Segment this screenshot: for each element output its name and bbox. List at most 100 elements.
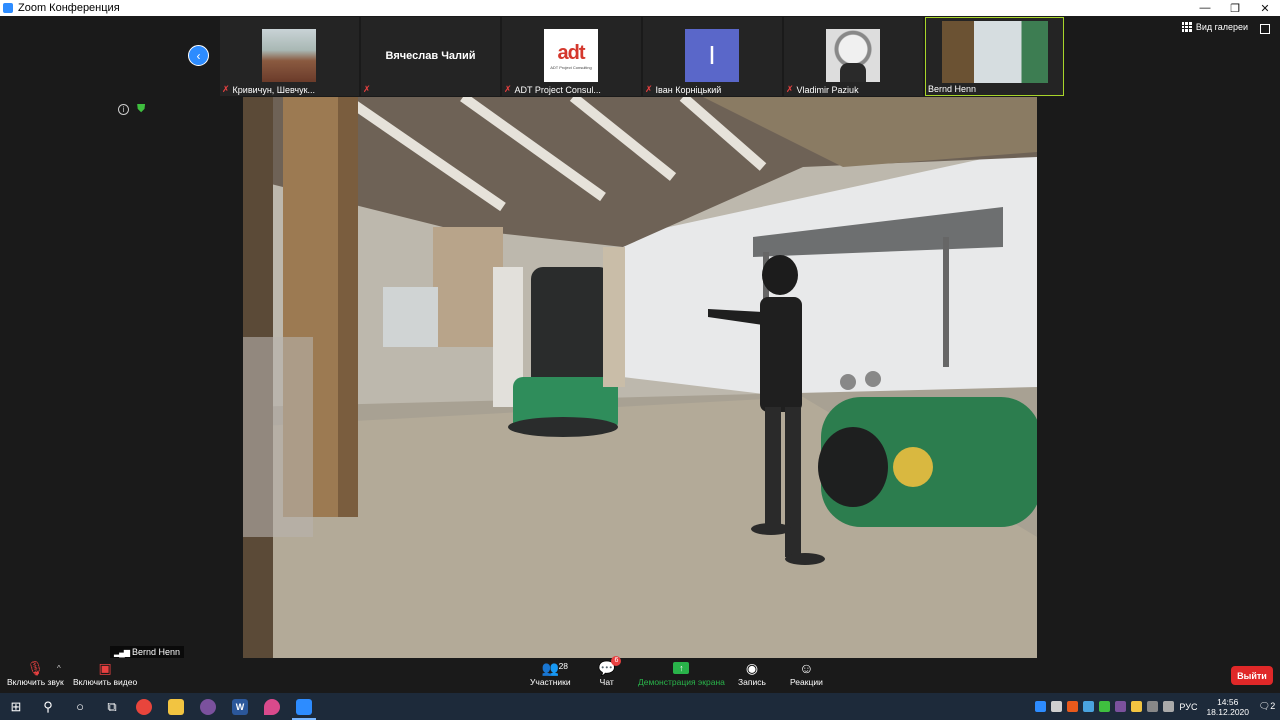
- language-indicator[interactable]: РУС: [1179, 702, 1197, 712]
- active-speaker-label: ▂▄▆ Bernd Henn: [110, 646, 185, 658]
- info-icon[interactable]: i: [118, 104, 129, 115]
- unmute-button[interactable]: 🎙 Включить звук: [7, 660, 64, 687]
- shield-icon[interactable]: ⛊: [137, 104, 148, 115]
- mic-muted-icon: 🎙: [26, 660, 45, 676]
- collapse-strip-button[interactable]: ‹: [188, 45, 209, 66]
- share-screen-button[interactable]: ↑ Демонстрация экрана: [638, 660, 725, 687]
- security-tray-icon[interactable]: [1099, 701, 1111, 712]
- record-icon: ◉: [745, 660, 759, 676]
- chrome-icon[interactable]: [128, 693, 160, 720]
- adt-logo-sub: ADT Project Consulting: [550, 64, 592, 70]
- leave-button[interactable]: Выйти: [1231, 666, 1273, 685]
- participant-name-row: ✗ Vladimir Paziuk: [786, 84, 859, 95]
- restore-button[interactable]: ❐: [1220, 0, 1250, 16]
- zoom-taskbar-icon[interactable]: [288, 693, 320, 720]
- volume-tray-icon[interactable]: [1163, 701, 1175, 712]
- participant-avatar-letter: I: [685, 29, 739, 82]
- notifications-count: 2: [1270, 701, 1276, 711]
- signal-bars-icon: ▂▄▆: [114, 647, 130, 657]
- app-tray-icon[interactable]: [1067, 701, 1079, 712]
- participant-name: Bernd Henn: [928, 84, 977, 94]
- participant-tile[interactable]: I ✗ Іван Корніцький: [643, 17, 782, 96]
- participants-button[interactable]: 👥 28 Участники: [530, 660, 571, 687]
- meeting-toolbar: 🎙 Включить звук ▣ Включить видео 👥 28 Уча…: [0, 656, 1280, 693]
- participant-name-row: ✗ Кривичун, Шевчук...: [222, 84, 315, 95]
- cortana-icon[interactable]: ○: [64, 693, 96, 720]
- participant-name: Кривичун, Шевчук...: [232, 84, 316, 95]
- clock-date: 18.12.2020: [1206, 706, 1249, 717]
- participant-photo: [826, 29, 880, 82]
- chat-label: Чат: [599, 677, 614, 687]
- participants-icon: 👥 28: [541, 660, 569, 676]
- participants-count: 28: [558, 661, 569, 671]
- participant-tile[interactable]: Вячеслав Чалий ✗: [361, 17, 500, 96]
- meeting-info-icons: i ⛊: [118, 104, 148, 115]
- participant-video-thumb: [942, 21, 1048, 83]
- mic-muted-icon: ✗: [363, 84, 371, 94]
- reactions-icon: ☺: [799, 660, 814, 676]
- file-explorer-icon[interactable]: [160, 693, 192, 720]
- grid-icon: [1181, 22, 1192, 32]
- minimize-button[interactable]: —: [1190, 0, 1220, 16]
- adt-logo-text: adt: [557, 41, 586, 64]
- notifications-icon[interactable]: 🗨2: [1258, 701, 1276, 712]
- participant-name-row: ✗ Іван Корніцький: [645, 84, 721, 95]
- participant-tile[interactable]: ✗ Vladimir Paziuk: [784, 17, 923, 96]
- participant-tile[interactable]: adt ADT Project Consulting ✗ ADT Project…: [502, 17, 641, 96]
- mic-muted-icon: ✗: [645, 84, 653, 94]
- cloud-tray-icon[interactable]: [1083, 701, 1095, 712]
- chat-icon: 💬 6: [598, 656, 622, 677]
- participant-photo: [262, 29, 316, 82]
- mic-muted-icon: ✗: [504, 84, 512, 94]
- participant-name: ADT Project Consul...: [514, 84, 601, 95]
- record-button[interactable]: ◉ Запись: [738, 660, 766, 687]
- task-view-icon[interactable]: ⧉: [96, 693, 128, 720]
- audio-options-caret-icon[interactable]: ^: [57, 664, 61, 673]
- gallery-view-label: Вид галереи: [1195, 22, 1248, 32]
- participants-label: Участники: [530, 677, 571, 687]
- mic-tray-icon[interactable]: [1051, 701, 1063, 712]
- reactions-label: Реакции: [790, 677, 823, 687]
- participant-tile[interactable]: ✗ Кривичун, Шевчук...: [220, 17, 359, 96]
- mic-muted-icon: ✗: [222, 84, 230, 94]
- viber-tray-icon[interactable]: [1115, 701, 1127, 712]
- word-icon[interactable]: W: [224, 693, 256, 720]
- clock-time: 14:56: [1217, 696, 1239, 707]
- participant-strip: ✗ Кривичун, Шевчук... Вячеслав Чалий ✗ a…: [220, 17, 1064, 96]
- start-video-button[interactable]: ▣ Включить видео: [73, 660, 137, 687]
- network-tray-icon[interactable]: [1147, 701, 1159, 712]
- app2-tray-icon[interactable]: [1131, 701, 1143, 712]
- start-video-label: Включить видео: [73, 677, 138, 687]
- participant-name: Іван Корніцький: [655, 84, 722, 95]
- chevron-left-icon: ‹: [196, 48, 201, 63]
- reactions-button[interactable]: ☺ Реакции: [790, 660, 823, 687]
- mic-muted-icon: ✗: [786, 84, 794, 94]
- participant-name-row: ✗: [363, 84, 371, 95]
- active-speaker-name: Bernd Henn: [131, 647, 181, 657]
- viber-icon[interactable]: [192, 693, 224, 720]
- participant-name-row: Bernd Henn: [928, 84, 976, 94]
- search-icon[interactable]: ⚲: [32, 693, 64, 720]
- participant-tile-active[interactable]: Bernd Henn: [925, 17, 1064, 96]
- windows-start-icon[interactable]: ⊞: [0, 693, 32, 720]
- window-titlebar: Zoom Конференция — ❐ ✕: [0, 0, 1280, 16]
- fullscreen-icon[interactable]: [1260, 24, 1270, 34]
- adt-logo: adt ADT Project Consulting: [544, 29, 598, 82]
- video-frame: [243, 97, 1037, 658]
- system-tray: РУС 14:56 18.12.2020 🗨2: [1035, 693, 1276, 720]
- main-video: [243, 97, 1037, 658]
- share-screen-icon: ↑: [673, 662, 690, 674]
- participant-name-row: ✗ ADT Project Consul...: [504, 84, 601, 95]
- maps-icon[interactable]: [256, 693, 288, 720]
- chat-badge: 6: [611, 656, 622, 666]
- zoom-tray-icon[interactable]: [1035, 701, 1047, 712]
- record-label: Запись: [738, 677, 766, 687]
- gallery-view-button[interactable]: Вид галереи: [1181, 22, 1248, 32]
- clock[interactable]: 14:56 18.12.2020: [1206, 697, 1249, 717]
- close-button[interactable]: ✕: [1250, 0, 1280, 16]
- zoom-app-icon: [3, 3, 13, 13]
- video-off-icon: ▣: [98, 660, 112, 676]
- chat-button[interactable]: 💬 6 Чат: [598, 656, 622, 687]
- unmute-label: Включить звук: [7, 677, 64, 687]
- participant-name: Vladimir Paziuk: [796, 84, 859, 95]
